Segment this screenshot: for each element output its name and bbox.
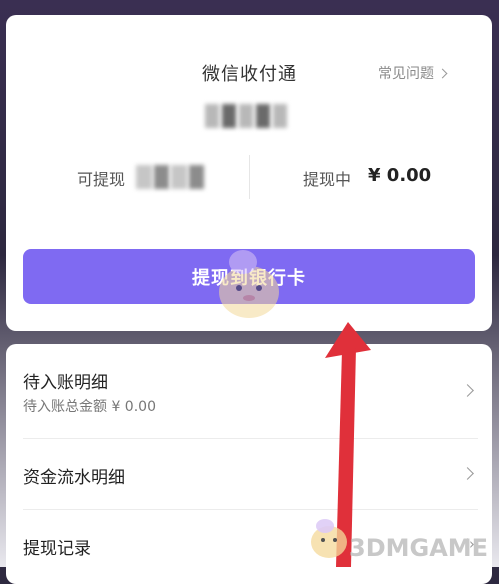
menu-item-label: 待入账明细	[23, 373, 108, 393]
balance-amount-redacted	[200, 100, 292, 132]
chevron-right-icon	[461, 467, 474, 480]
faq-link[interactable]: 常见问题	[378, 63, 448, 83]
menu-item-pending-details[interactable]: 待入账明细 待入账总金额 ¥ 0.00	[6, 344, 492, 438]
available-amount-redacted	[136, 165, 204, 189]
pending-amount: ¥ 0.00	[368, 165, 432, 186]
mascot-watermark-icon	[219, 250, 279, 318]
menu-item-fund-flow[interactable]: 资金流水明细	[6, 439, 492, 509]
pending-label: 提现中	[303, 170, 352, 189]
balance-divider	[249, 155, 250, 199]
menu-item-subtitle: 待入账总金额 ¥ 0.00	[23, 399, 156, 415]
menu-item-label: 资金流水明细	[23, 468, 125, 488]
menu-item-label: 提现记录	[23, 539, 91, 559]
watermark-text: 3DMGAME	[349, 534, 489, 562]
faq-label: 常见问题	[378, 66, 434, 82]
available-label: 可提现	[77, 170, 126, 189]
chevron-right-icon	[461, 384, 474, 397]
chevron-right-icon	[437, 68, 448, 78]
